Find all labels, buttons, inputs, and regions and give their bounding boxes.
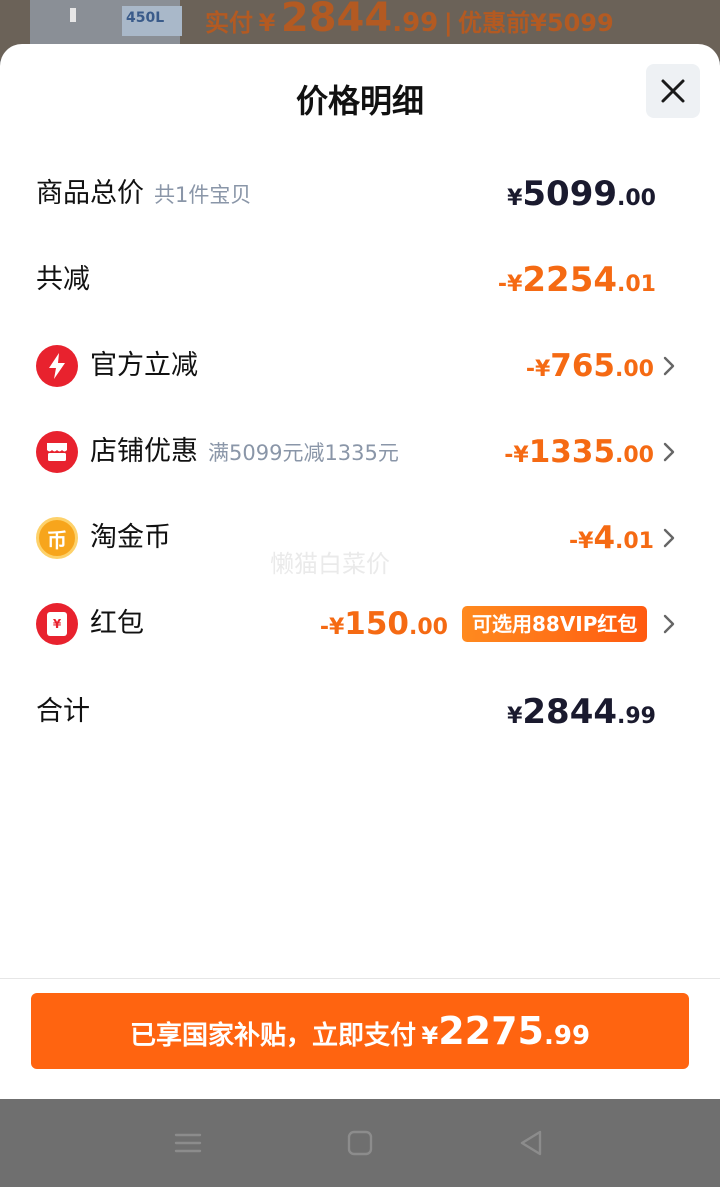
chevron-right-icon xyxy=(663,528,675,548)
price-detail-sheet: 价格明细 商品总价 共1件宝贝 ¥5099.00 共减 -¥2254.01 官方立… xyxy=(0,44,720,1099)
close-icon xyxy=(661,79,685,103)
footer-divider xyxy=(0,978,720,979)
official-discount-row[interactable]: 官方立减 -¥765.00 xyxy=(0,336,720,396)
red-packet-label: 红包 xyxy=(90,608,144,639)
home-icon[interactable] xyxy=(344,1127,376,1159)
coins-label: 淘金币 xyxy=(90,522,171,553)
chevron-right-icon xyxy=(663,614,675,634)
subtotal-label: 商品总价 共1件宝贝 xyxy=(36,178,252,209)
fridge-handle-shape xyxy=(70,8,76,22)
store-discount-amount: -¥1335.00 xyxy=(504,434,654,470)
pay-button[interactable]: 已享国家补贴，立即支付 ¥2275.99 xyxy=(31,993,689,1069)
store-icon xyxy=(36,431,78,473)
red-packet-amount: -¥150.00 xyxy=(319,606,448,642)
sheet-title: 价格明细 xyxy=(295,82,424,120)
official-discount-amount: -¥765.00 xyxy=(525,348,654,384)
background-price: 实付 ¥ 2844.99 | 优惠前¥5099 xyxy=(205,0,614,41)
vip-red-packet-badge[interactable]: 可选用88VIP红包 xyxy=(462,606,648,642)
item-count: 共1件宝贝 xyxy=(154,183,252,207)
system-navigation-bar xyxy=(0,1099,720,1187)
close-button[interactable] xyxy=(646,64,700,118)
red-packet-row[interactable]: ¥ 红包 -¥150.00 可选用88VIP红包 xyxy=(0,594,720,654)
store-discount-label: 店铺优惠 满5099元减1335元 xyxy=(90,436,399,467)
product-thumbnail: 450L xyxy=(30,0,182,44)
watermark: 懒猫白菜价 xyxy=(270,550,390,578)
store-discount-row[interactable]: 店铺优惠 满5099元减1335元 -¥1335.00 xyxy=(0,422,720,482)
total-amount: ¥2844.99 xyxy=(507,692,656,732)
total-label: 合计 xyxy=(36,696,90,727)
total-discount-amount: -¥2254.01 xyxy=(497,260,656,300)
red-packet-glyph: ¥ xyxy=(52,617,62,631)
chevron-right-icon xyxy=(663,442,675,462)
total-row: 合计 ¥2844.99 xyxy=(0,682,720,742)
total-discount-row: 共减 -¥2254.01 xyxy=(0,250,720,310)
chevron-right-icon xyxy=(663,356,675,376)
subtotal-row: 商品总价 共1件宝贝 ¥5099.00 xyxy=(0,164,720,224)
store-discount-rule: 满5099元减1335元 xyxy=(208,441,399,465)
capacity-tag: 450L xyxy=(122,6,182,36)
subtotal-amount: ¥5099.00 xyxy=(507,174,656,214)
coin-glyph: 币 xyxy=(47,527,67,552)
official-discount-label: 官方立减 xyxy=(90,350,198,381)
menu-icon[interactable] xyxy=(172,1127,204,1159)
coins-amount: -¥4.01 xyxy=(568,520,654,556)
red-packet-icon: ¥ xyxy=(36,603,78,645)
lightning-icon xyxy=(36,345,78,387)
total-discount-label: 共减 xyxy=(36,264,90,295)
coin-icon: 币 xyxy=(36,517,78,559)
back-icon[interactable] xyxy=(515,1127,547,1159)
